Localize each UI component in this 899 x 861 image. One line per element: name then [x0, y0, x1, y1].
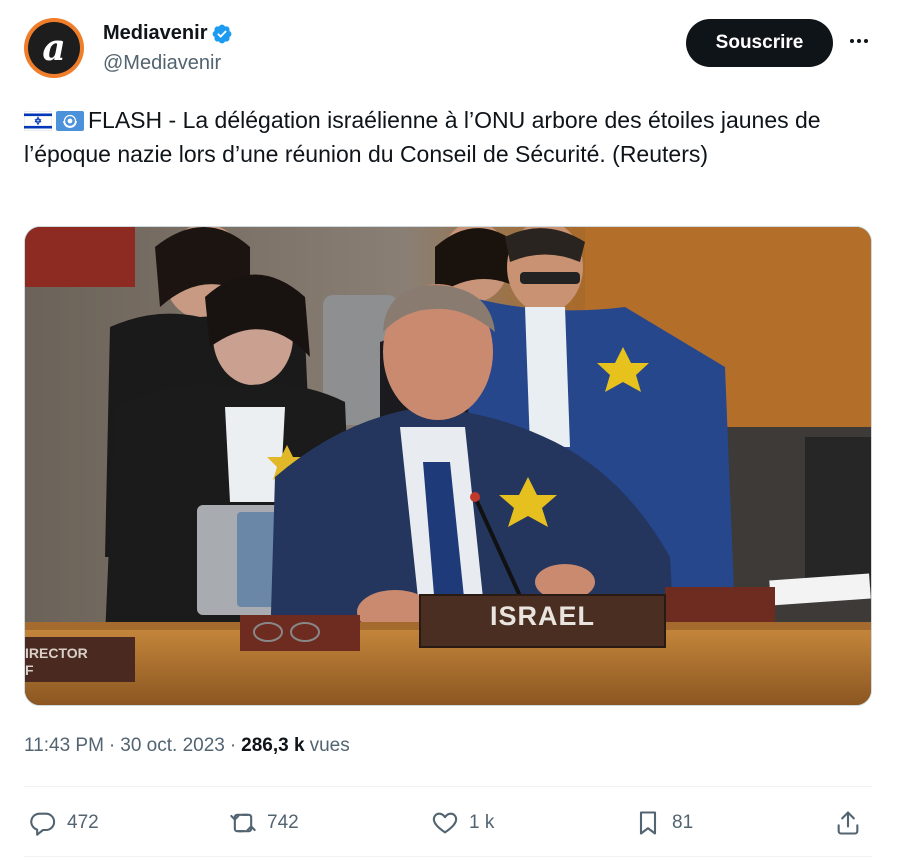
- heart-icon: [432, 812, 458, 834]
- subscribe-button[interactable]: Souscrire: [686, 19, 833, 67]
- share-button[interactable]: [834, 800, 862, 846]
- author-name-row: Mediavenir: [103, 22, 233, 45]
- nameplate-left-line2: F: [25, 662, 34, 678]
- like-button[interactable]: 1 k: [431, 800, 494, 846]
- tweet-meta: 11:43 PM · 30 oct. 2023 · 286,3 k vues: [24, 735, 350, 757]
- media-photo: [25, 227, 871, 705]
- bookmark-count: 81: [672, 812, 694, 833]
- like-count: 1 k: [469, 812, 495, 833]
- divider: [24, 786, 872, 787]
- reply-icon: [30, 812, 56, 836]
- israel-flag-icon: [24, 111, 52, 131]
- repost-button[interactable]: 742: [229, 800, 299, 846]
- nameplate-left: IRECTOR F: [25, 645, 135, 679]
- handle[interactable]: @Mediavenir: [103, 52, 221, 75]
- action-bar: 472 742 1 k 81: [24, 800, 872, 846]
- views-label: vues: [309, 735, 350, 756]
- reply-count: 472: [67, 812, 99, 833]
- bookmark-button[interactable]: 81: [634, 800, 693, 846]
- share-icon: [837, 811, 859, 835]
- verified-badge-icon: [213, 24, 232, 43]
- tweet-date[interactable]: 30 oct. 2023: [120, 735, 225, 757]
- meta-separator: ·: [229, 735, 237, 756]
- un-flag-icon: [56, 111, 84, 131]
- avatar-logo: a: [28, 22, 80, 74]
- nameplate-left-line1: IRECTOR: [25, 645, 88, 661]
- views-count: 286,3 k: [241, 735, 305, 756]
- tweet-media-image[interactable]: ISRAEL IRECTOR F: [24, 226, 872, 706]
- nameplate-israel: ISRAEL: [489, 601, 595, 631]
- bookmark-icon: [639, 811, 657, 835]
- repost-count: 742: [267, 812, 299, 833]
- display-name[interactable]: Mediavenir: [103, 22, 207, 45]
- tweet-text: FLASH - La délégation israélienne à l’ON…: [24, 107, 821, 167]
- tweet-text-block: FLASH - La délégation israélienne à l’ON…: [24, 103, 854, 171]
- more-horizontal-icon[interactable]: [846, 28, 872, 54]
- avatar[interactable]: a: [24, 18, 84, 78]
- divider: [24, 856, 872, 857]
- reply-button[interactable]: 472: [29, 800, 99, 846]
- meta-separator: ·: [108, 735, 116, 756]
- tweet-time[interactable]: 11:43 PM: [24, 735, 104, 757]
- repost-icon: [230, 813, 256, 833]
